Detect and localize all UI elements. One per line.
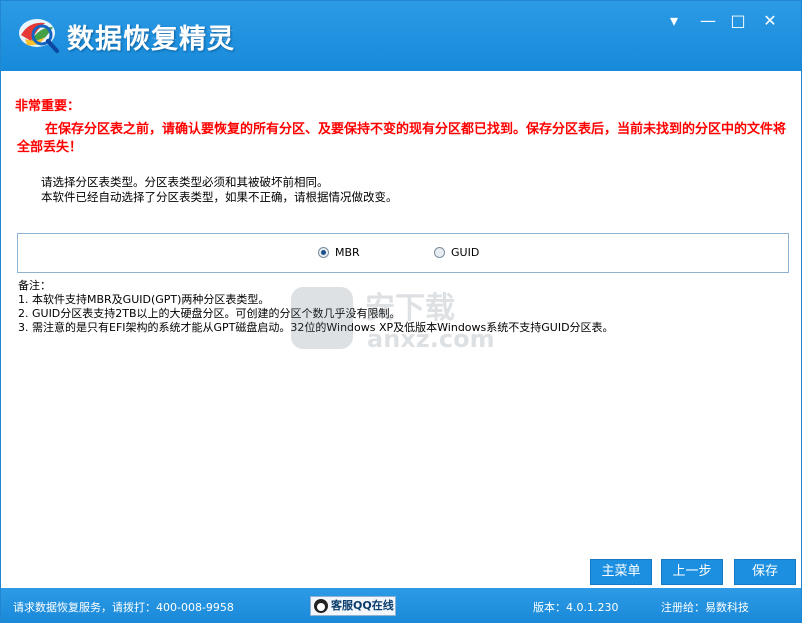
warning-text: 在保存分区表之前，请确认要恢复的所有分区、及要保持不变的现有分区都已找到。保存分… — [17, 122, 787, 155]
watermark-shield-icon — [291, 287, 353, 349]
service-hotline: 请求数据恢复服务，请拨打：400-008-9958 — [13, 601, 234, 614]
radio-guid[interactable]: GUID — [434, 246, 479, 259]
warning-title: 非常重要： — [15, 99, 81, 114]
maximize-button[interactable]: □ — [727, 11, 749, 31]
watermark-text: 安下载 — [365, 291, 455, 326]
radio-mbr-label[interactable]: MBR — [335, 246, 360, 259]
partition-type-box: MBR GUID — [17, 233, 789, 273]
close-button[interactable]: ✕ — [759, 11, 781, 31]
app-title-reflection: 数据恢复精灵 — [67, 27, 235, 42]
main-menu-button[interactable]: 主菜单 — [590, 559, 652, 585]
qq-service-button[interactable]: 客服QQ在线 — [310, 596, 396, 616]
qq-icon — [314, 599, 328, 613]
radio-mbr[interactable]: MBR — [318, 246, 360, 259]
instruction-line-1: 请选择分区表类型。分区表类型必须和其被破坏前相同。 — [41, 175, 329, 189]
radio-mbr-indicator[interactable] — [318, 247, 329, 258]
minimize-button[interactable]: — — [697, 11, 719, 31]
previous-button[interactable]: 上一步 — [661, 559, 723, 585]
watermark: 安下载 anxz.com — [289, 281, 519, 361]
radio-guid-indicator[interactable] — [434, 247, 445, 258]
instruction-line-2: 本软件已经自动选择了分区表类型，如果不正确，请根据情况做改变。 — [41, 190, 398, 204]
save-button[interactable]: 保存 — [734, 559, 796, 585]
radio-guid-label[interactable]: GUID — [451, 246, 479, 259]
watermark-url: anxz.com — [367, 325, 495, 353]
menu-dropdown-button[interactable]: ▾ — [663, 11, 685, 31]
app-window: 数据恢复精灵 数据恢复精灵 ▾ — □ ✕ 非常重要： 在保存分区表之前，请确认… — [0, 0, 802, 623]
status-bar: 请求数据恢复服务，请拨打：400-008-9958 客服QQ在线 版本：4.0.… — [1, 588, 801, 622]
instructions: 请选择分区表类型。分区表类型必须和其被破坏前相同。 本软件已经自动选择了分区表类… — [41, 175, 398, 205]
title-bar: 数据恢复精灵 数据恢复精灵 ▾ — □ ✕ — [1, 1, 801, 71]
logo-icon — [19, 19, 59, 53]
main-content: 非常重要： 在保存分区表之前，请确认要恢复的所有分区、及要保持不变的现有分区都已… — [1, 71, 801, 588]
registered-to-text: 注册给：易数科技 — [661, 601, 749, 614]
qq-service-label[interactable]: 客服QQ在线 — [331, 597, 394, 615]
version-text: 版本：4.0.1.230 — [533, 601, 619, 614]
